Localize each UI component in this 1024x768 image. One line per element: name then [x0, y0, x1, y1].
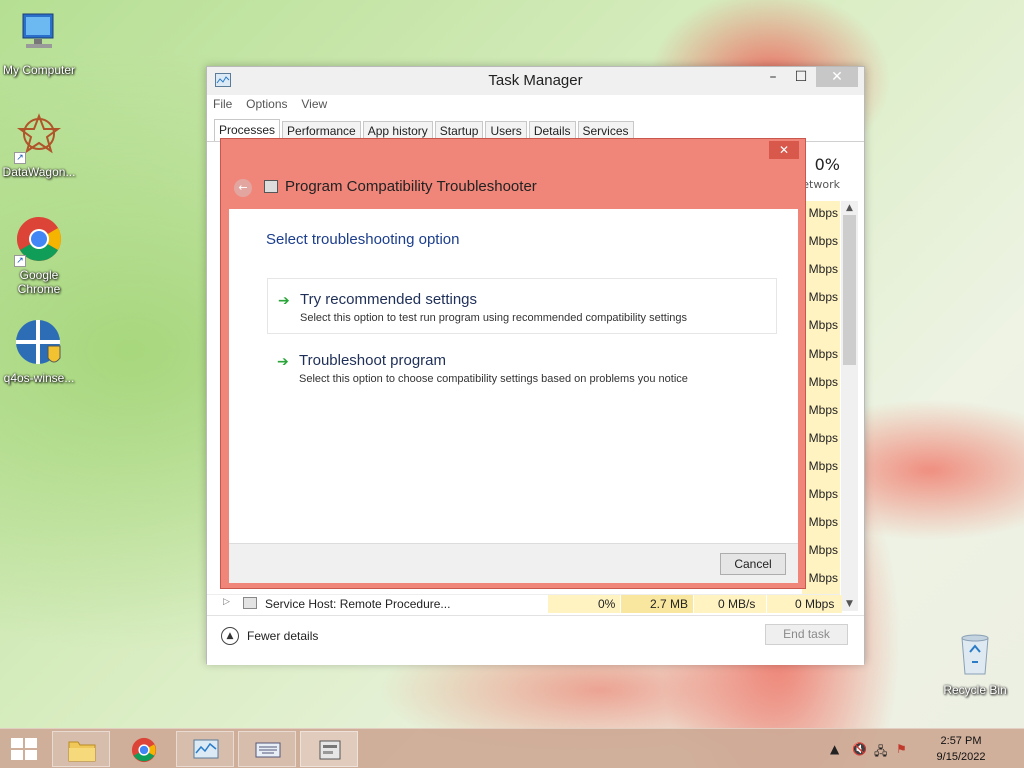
network-icon[interactable]: 🖧 — [874, 742, 887, 763]
option-title: Try recommended settings — [300, 291, 478, 308]
dialog-content: Select troubleshooting option ➔ Try reco… — [229, 209, 798, 543]
desktop-icon-q4os-winsetup[interactable]: q4os-winse... — [0, 318, 78, 385]
table-row[interactable]: ▷ Service Host: Remote Procedure... 0% 2… — [207, 594, 842, 613]
troubleshooter-icon — [319, 740, 341, 760]
menu-view[interactable]: View — [301, 97, 327, 111]
network-cell-value: Mbps — [808, 375, 838, 389]
desktop-icon-label: My Computer — [2, 63, 76, 77]
desktop-icon-label: Recycle Bin — [943, 683, 1007, 697]
clock-date: 9/15/2022 — [936, 751, 986, 763]
task-manager-menubar: File Options View — [213, 97, 337, 117]
taskbar-troubleshooter[interactable] — [300, 731, 358, 767]
clock-time: 2:57 PM — [940, 735, 982, 747]
network-cell-value: Mbps — [808, 431, 838, 445]
option-try-recommended-settings[interactable]: ➔ Try recommended settings Select this o… — [267, 278, 777, 334]
folder-icon — [68, 741, 96, 762]
volume-muted-icon[interactable]: 🔇 — [852, 742, 867, 756]
back-arrow-icon[interactable]: ← — [234, 179, 252, 197]
scroll-up-icon[interactable]: ▲ — [841, 203, 858, 213]
datawagon-icon: ↗ — [14, 112, 64, 164]
network-cell-value: Mbps — [808, 347, 838, 361]
shortcut-arrow-icon: ↗ — [14, 255, 26, 267]
disk-value: 0 MB/s — [718, 597, 756, 611]
cancel-button[interactable]: Cancel — [720, 553, 786, 575]
network-cell-value: Mbps — [808, 318, 838, 332]
close-button[interactable]: ✕ — [816, 67, 858, 87]
dialog-title: Program Compatibility Troubleshooter — [285, 178, 537, 195]
taskbar-chrome[interactable] — [114, 731, 172, 767]
desktop-icon-google-chrome[interactable]: ↗ Google Chrome — [0, 215, 78, 296]
keyboard-icon — [255, 742, 281, 758]
dialog-heading: Select troubleshooting option — [266, 231, 460, 248]
troubleshooter-app-icon — [264, 180, 278, 193]
computer-icon — [14, 10, 64, 60]
taskbar-task-manager[interactable] — [176, 731, 234, 767]
taskbar-file-explorer[interactable] — [52, 731, 110, 767]
network-cell-value: Mbps — [808, 515, 838, 529]
scroll-down-icon[interactable]: ▼ — [841, 599, 858, 609]
troubleshooter-dialog: ✕ ← Program Compatibility Troubleshooter… — [220, 138, 806, 589]
close-button[interactable]: ✕ — [769, 141, 799, 159]
task-manager-titlebar[interactable]: Task Manager – ☐ ✕ — [207, 67, 864, 95]
green-arrow-icon: ➔ — [277, 354, 289, 370]
desktop-icon-label: q4os-winse... — [3, 371, 75, 385]
action-center-flag-icon[interactable]: ⚑ — [896, 742, 907, 756]
option-description: Select this option to choose compatibili… — [299, 373, 688, 385]
start-button[interactable] — [8, 737, 38, 761]
fewer-details-label: Fewer details — [247, 629, 319, 643]
chrome-icon: ↗ — [14, 215, 64, 267]
dialog-footer: Cancel — [229, 543, 798, 583]
service-host-icon — [243, 597, 257, 609]
network-cell-value: Mbps — [808, 234, 838, 248]
system-tray: ▲ 🔇 🖧 ⚑ 2:57 PM 9/15/2022 — [830, 729, 1010, 768]
option-title: Troubleshoot program — [299, 352, 447, 369]
network-cell-value: Mbps — [808, 262, 838, 276]
network-cell-value: Mbps — [808, 487, 838, 501]
network-cell-value: Mbps — [808, 206, 838, 220]
installer-shield-icon — [14, 318, 64, 368]
network-cell-value: Mbps — [808, 403, 838, 417]
network-cell-value: Mbps — [808, 571, 838, 585]
green-arrow-icon: ➔ — [278, 293, 290, 309]
menu-file[interactable]: File — [213, 97, 232, 111]
taskbar: ▲ 🔇 🖧 ⚑ 2:57 PM 9/15/2022 — [0, 728, 1024, 768]
network-cell-value: Mbps — [808, 290, 838, 304]
recycle-bin-icon — [950, 630, 1000, 680]
chevron-up-icon: ▲ — [221, 627, 239, 645]
desktop-icon-label: DataWagon... — [2, 165, 76, 179]
process-name: Service Host: Remote Procedure... — [265, 597, 451, 611]
network-value: 0 Mbps — [795, 597, 835, 611]
taskbar-on-screen-keyboard[interactable] — [238, 731, 296, 767]
process-list-scrollbar[interactable]: ▲ ▼ — [841, 201, 858, 611]
expand-chevron-icon[interactable]: ▷ — [223, 597, 230, 607]
memory-value: 2.7 MB — [650, 597, 689, 611]
option-troubleshoot-program[interactable]: ➔ Troubleshoot program Select this optio… — [267, 340, 777, 396]
scrollbar-thumb[interactable] — [843, 215, 856, 365]
task-manager-icon — [193, 739, 219, 759]
end-task-button[interactable]: End task — [765, 624, 848, 645]
cpu-value: 0% — [598, 597, 616, 611]
option-description: Select this option to test run program u… — [300, 312, 688, 324]
network-cell-value: Mbps — [808, 543, 838, 557]
shortcut-arrow-icon: ↗ — [14, 152, 26, 164]
show-hidden-icons-chevron-icon[interactable]: ▲ — [830, 742, 839, 756]
task-manager-footer: ▲ Fewer details End task — [207, 615, 864, 665]
maximize-button[interactable]: ☐ — [786, 67, 816, 87]
clock[interactable]: 2:57 PM 9/15/2022 — [926, 733, 996, 765]
menu-options[interactable]: Options — [246, 97, 287, 111]
network-cell-value: Mbps — [808, 459, 838, 473]
desktop-icon-datawagon[interactable]: ↗ DataWagon... — [0, 112, 78, 179]
desktop-icon-recycle-bin[interactable]: Recycle Bin — [936, 630, 1014, 697]
desktop-icon-my-computer[interactable]: My Computer — [0, 10, 78, 77]
fewer-details-button[interactable]: ▲ Fewer details — [221, 626, 318, 646]
chrome-icon — [131, 737, 157, 763]
minimize-button[interactable]: – — [758, 67, 788, 87]
desktop-icon-label: Google Chrome — [17, 268, 61, 296]
